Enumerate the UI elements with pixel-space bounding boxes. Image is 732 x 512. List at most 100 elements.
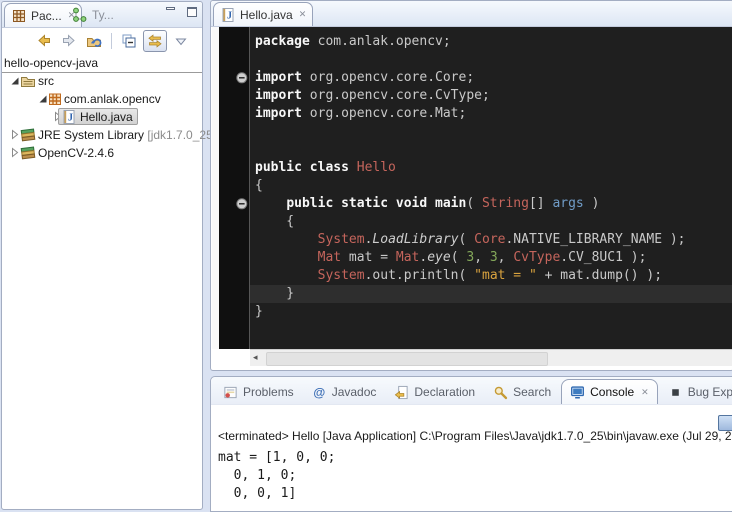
code-token: import	[255, 88, 310, 103]
minimize-view-button[interactable]	[164, 7, 176, 19]
tree-item-label: JRE System Library [jdk1.7.0_25]	[38, 126, 216, 144]
code-token: org.opencv.core.CvType;	[310, 88, 490, 103]
chevron-down-icon	[173, 33, 189, 49]
collapse-all-button[interactable]	[118, 31, 140, 51]
code-token: public class	[255, 160, 357, 175]
tab-console[interactable]: Console✕	[561, 379, 658, 404]
code-line-5[interactable]: import org.opencv.core.Mat;	[250, 105, 732, 123]
tab-problems[interactable]: Problems	[215, 380, 302, 404]
code-token: Mat	[396, 250, 419, 265]
code-line-13[interactable]: Mat mat = Mat.eye( 3, 3, CvType.CV_8UC1 …	[250, 249, 732, 267]
close-tab-icon[interactable]: ✕	[299, 9, 307, 20]
collapse-all-icon	[121, 33, 137, 49]
bottom-view-stack: Problems @ Javadoc DeclarationSearchConsole…	[210, 376, 732, 512]
code-line-12[interactable]: System.LoadLibrary( Core.NATIVE_LIBRARY_…	[250, 231, 732, 249]
back-button[interactable]	[33, 31, 55, 51]
vertical-sash[interactable]	[203, 0, 210, 511]
link-with-editor-button[interactable]	[143, 30, 167, 52]
fold-collapse-icon[interactable]	[236, 198, 248, 210]
view-menu-button[interactable]	[170, 31, 192, 51]
tree-item-src[interactable]: src	[2, 72, 202, 90]
svg-text:@: @	[313, 385, 325, 399]
editor-tabstrip: J Hello.java ✕	[211, 1, 732, 27]
horizontal-sash[interactable]	[210, 371, 732, 376]
package-icon	[47, 91, 63, 107]
square-icon	[668, 385, 683, 400]
code-line-3[interactable]: import org.opencv.core.Core;	[250, 69, 732, 87]
code-token: public static void main	[286, 196, 466, 211]
annotation-ruler[interactable]	[212, 27, 219, 349]
view-tab-label: Pac...	[31, 9, 62, 23]
package-explorer-view: Pac...✕Ty... hello-opencv-javasrccom.anl…	[1, 1, 203, 510]
bottom-tab-label: Problems	[243, 385, 294, 399]
code-token: package	[255, 34, 318, 49]
svg-text:J: J	[227, 10, 232, 21]
tab-javadoc[interactable]: @ Javadoc	[304, 380, 385, 404]
scrollbar-thumb[interactable]	[266, 352, 548, 366]
type-hierarchy-icon	[72, 7, 88, 23]
tab-search[interactable]: Search	[485, 380, 559, 404]
selected-tree-item[interactable]: JHello.java	[58, 108, 138, 125]
code-line-4[interactable]: import org.opencv.core.CvType;	[250, 87, 732, 105]
editor-tab-hello-java[interactable]: J Hello.java ✕	[213, 2, 313, 26]
code-token: CvType	[513, 250, 560, 265]
code-token: Mat	[318, 250, 341, 265]
code-line-15[interactable]: }	[250, 285, 732, 303]
code-token: System	[318, 232, 365, 247]
code-line-2[interactable]	[250, 51, 732, 69]
tab-declaration[interactable]: Declaration	[386, 380, 483, 404]
tree-item-jre-system-library[interactable]: JRE System Library [jdk1.7.0_25]	[2, 126, 202, 144]
tree-item-com-anlak-opencv[interactable]: com.anlak.opencv	[2, 90, 202, 108]
code-line-14[interactable]: System.out.println( "mat = " + mat.dump(…	[250, 267, 732, 285]
tree-item-label: com.anlak.opencv	[64, 90, 161, 108]
code-token: String	[482, 196, 529, 211]
code-line-16[interactable]: }	[250, 303, 732, 321]
tree-item-opencv-2-4-6[interactable]: OpenCV-2.4.6	[2, 144, 202, 162]
tree-collapsed-icon[interactable]	[9, 147, 20, 158]
code-line-1[interactable]: package com.anlak.opencv;	[250, 33, 732, 51]
forward-arrow-icon	[61, 33, 77, 49]
code-token	[255, 250, 318, 265]
code-line-6[interactable]	[250, 123, 732, 141]
bottom-tab-label: Javadoc	[332, 385, 377, 399]
package-explorer-tabstrip: Pac...✕Ty...	[2, 2, 202, 28]
up-folder-icon	[86, 33, 102, 49]
close-view-icon[interactable]: ✕	[641, 387, 649, 398]
tree-expanded-icon[interactable]	[9, 75, 20, 86]
code-token: (	[466, 196, 482, 211]
code-token: eye	[427, 250, 450, 265]
code-line-11[interactable]: {	[250, 213, 732, 231]
view-tab-ty[interactable]: Ty...	[66, 3, 120, 27]
code-token	[255, 268, 318, 283]
code-editor[interactable]: package com.anlak.opencv; import org.open…	[212, 27, 732, 349]
maximize-view-button[interactable]	[186, 7, 198, 19]
code-token: mat =	[341, 250, 396, 265]
src-folder-icon	[20, 73, 36, 89]
scroll-left-icon[interactable]: ◂	[253, 352, 258, 363]
tab-bug-explorer[interactable]: Bug Explorer	[660, 380, 732, 404]
code-token: (	[459, 232, 475, 247]
code-token: .CV_8UC1 );	[560, 250, 646, 265]
console-output-line: 0, 0, 1]	[218, 485, 335, 503]
code-token: import	[255, 106, 310, 121]
code-line-8[interactable]: public class Hello	[250, 159, 732, 177]
code-line-10[interactable]: public static void main( String[] args )	[250, 195, 732, 213]
code-line-7[interactable]	[250, 141, 732, 159]
fold-collapse-icon[interactable]	[236, 72, 248, 84]
tree-item-hello-java[interactable]: JHello.java	[2, 108, 202, 126]
editor-horizontal-scrollbar[interactable]: ◂	[250, 349, 732, 366]
up-button[interactable]	[83, 31, 105, 51]
tree-item-label: OpenCV-2.4.6	[38, 144, 114, 162]
forward-button[interactable]	[58, 31, 80, 51]
tree-item-hello-opencv-java[interactable]: hello-opencv-java	[2, 54, 202, 72]
console-output[interactable]: mat = [1, 0, 0; 0, 1, 0; 0, 0, 1]	[218, 449, 335, 503]
code-token: org.opencv.core.Core;	[310, 70, 474, 85]
code-token: 3	[466, 250, 474, 265]
code-token: ,	[474, 250, 490, 265]
code-line-9[interactable]: {	[250, 177, 732, 195]
link-editor-icon	[147, 33, 163, 49]
code-token: ,	[498, 250, 514, 265]
project-tree: hello-opencv-javasrccom.anlak.opencvJHel…	[2, 54, 202, 162]
code-token: + mat.dump() );	[537, 268, 662, 283]
tree-collapsed-icon[interactable]	[9, 129, 20, 140]
